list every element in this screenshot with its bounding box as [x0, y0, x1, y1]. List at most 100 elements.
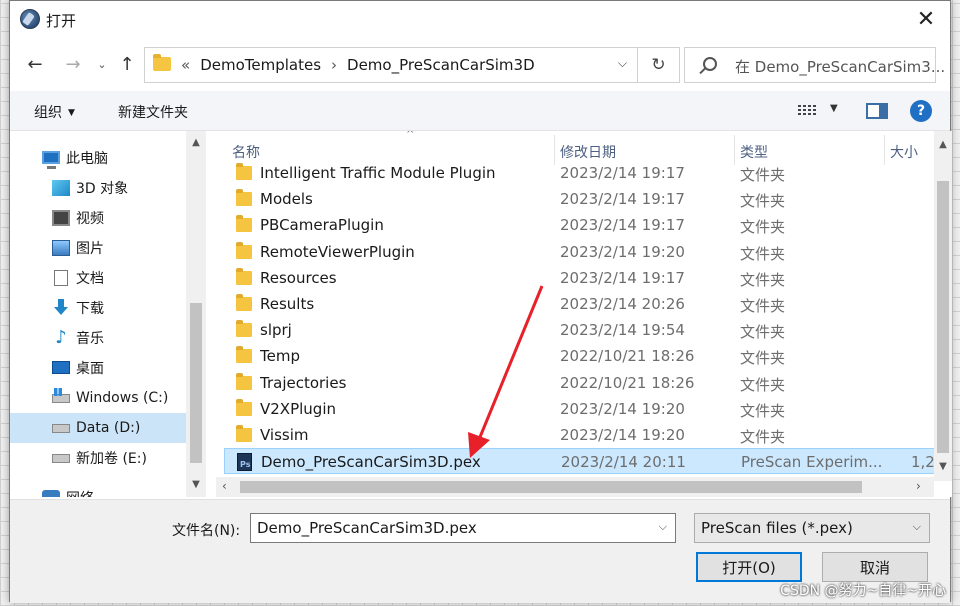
folder-icon	[236, 215, 252, 233]
file-date: 2023/2/14 20:11	[561, 453, 686, 472]
sidebar-item-label: 网络	[66, 488, 94, 497]
filename-field[interactable]: Demo_PreScanCarSim3D.pex ⌵	[250, 513, 676, 543]
sidebar-item-3d-objects[interactable]: 3D 对象	[10, 173, 186, 203]
file-row[interactable]: slprj 2023/2/14 19:54 文件夹	[224, 317, 938, 343]
watermark: CSDN @努力~自律~开心	[780, 583, 946, 599]
recent-locations-button[interactable]: ⌄	[94, 51, 110, 77]
sidebar-scrollbar[interactable]: ▲ ▼	[186, 131, 206, 497]
caret-down-icon[interactable]: ▼	[830, 103, 838, 114]
file-name: Models	[260, 190, 313, 209]
file-row[interactable]: RemoteViewerPlugin 2023/2/14 19:20 文件夹	[224, 239, 938, 265]
file-row[interactable]: Resources 2023/2/14 19:17 文件夹	[224, 265, 938, 291]
sidebar-item-label: 3D 对象	[76, 181, 129, 197]
sidebar-item-label: 音乐	[76, 331, 104, 347]
search-icon	[703, 57, 717, 71]
breadcrumb-item[interactable]: DemoTemplates	[200, 56, 321, 74]
download-icon	[53, 299, 69, 315]
file-row[interactable]: Trajectories 2022/10/21 18:26 文件夹	[224, 370, 938, 396]
organize-label: 组织	[34, 105, 62, 121]
breadcrumb-item[interactable]: Demo_PreScanCarSim3D	[347, 56, 535, 74]
scroll-right-icon[interactable]: ›	[916, 479, 921, 493]
file-row[interactable]: Results 2023/2/14 20:26 文件夹	[224, 291, 938, 317]
scrollbar-thumb[interactable]	[190, 303, 202, 463]
sidebar-item-documents[interactable]: 文档	[10, 263, 186, 293]
sidebar-item-label: 下载	[76, 301, 104, 317]
file-type: 文件夹	[740, 218, 786, 237]
file-row[interactable]: Ps Demo_PreScanCarSim3D.pex 2023/2/14 20:1…	[224, 448, 938, 475]
open-file-dialog: 打开 ✕ ← → ⌄ ↑ « DemoTemplates › Demo_PreS…	[9, 0, 952, 603]
scroll-down-icon[interactable]: ▼	[934, 461, 952, 472]
arrow-left-icon: ←	[27, 53, 43, 75]
file-date: 2023/2/14 19:20	[560, 242, 685, 261]
file-list-horizontal-scrollbar[interactable]: ‹ ›	[216, 477, 934, 497]
address-bar[interactable]: « DemoTemplates › Demo_PreScanCarSim3D ⌵…	[144, 47, 680, 83]
sidebar-item-new-volume-e[interactable]: 新加卷 (E:)	[10, 443, 186, 473]
file-row[interactable]: Models 2023/2/14 19:17 文件夹	[224, 186, 938, 212]
file-name: Vissim	[260, 426, 309, 444]
address-dropdown-button[interactable]: ⌵	[618, 56, 627, 71]
drive-icon	[52, 424, 70, 433]
file-row[interactable]: Intelligent Traffic Module Plugin 2023/2/…	[224, 160, 938, 186]
file-name: PBCameraPlugin	[260, 216, 384, 235]
open-button[interactable]: 打开(O)	[696, 552, 802, 582]
sidebar-item-label: 图片	[76, 241, 104, 257]
file-row[interactable]: V2XPlugin 2023/2/14 19:20 文件夹	[224, 396, 938, 422]
breadcrumb-overflow[interactable]: «	[181, 56, 190, 74]
scroll-down-icon[interactable]: ▼	[186, 479, 206, 490]
scrollbar-thumb[interactable]	[937, 181, 949, 453]
folder-icon	[236, 241, 252, 259]
chevron-down-icon: ⌵	[617, 56, 627, 70]
refresh-button[interactable]: ↻	[637, 48, 679, 82]
breadcrumb: « DemoTemplates › Demo_PreScanCarSim3D	[181, 56, 535, 74]
close-button[interactable]: ✕	[904, 1, 948, 37]
file-type: 文件夹	[740, 375, 786, 394]
chevron-down-icon[interactable]: ⌵	[659, 520, 667, 534]
file-type-select[interactable]: PreScan files (*.pex) ⌵	[694, 513, 930, 543]
sidebar-item-downloads[interactable]: 下载	[10, 293, 186, 323]
scroll-up-icon[interactable]: ▲	[186, 137, 206, 148]
file-row[interactable]: Temp 2022/10/21 18:26 文件夹	[224, 343, 938, 369]
file-list-vertical-scrollbar[interactable]: ▲ ▼	[934, 131, 952, 481]
organize-button[interactable]: 组织 ▼	[34, 102, 75, 122]
folder-icon	[236, 294, 252, 311]
sort-ascending-icon: ^	[406, 131, 415, 140]
sidebar-item-network[interactable]: 网络	[10, 483, 186, 497]
chevron-right-icon[interactable]: ›	[331, 56, 337, 74]
preview-pane-icon[interactable]	[866, 103, 888, 119]
title-bar: 打开 ✕	[10, 1, 950, 39]
forward-button[interactable]: →	[60, 51, 86, 77]
arrow-up-icon: ↑	[119, 53, 135, 75]
file-type-value: PreScan files (*.pex)	[701, 519, 853, 537]
sidebar-item-music[interactable]: ♪ 音乐	[10, 323, 186, 353]
help-icon[interactable]: ?	[910, 100, 932, 122]
view-options-icon[interactable]	[798, 103, 816, 119]
video-icon	[52, 210, 70, 226]
sidebar-item-videos[interactable]: 视频	[10, 203, 186, 233]
file-type: 文件夹	[740, 270, 786, 289]
sidebar-item-this-pc[interactable]: 此电脑	[10, 143, 186, 173]
folder-icon	[236, 346, 252, 364]
folder-icon	[236, 425, 252, 442]
window-title: 打开	[46, 12, 77, 30]
new-folder-button[interactable]: 新建文件夹	[118, 102, 188, 122]
search-input[interactable]: 在 Demo_PreScanCarSim3...	[684, 47, 945, 83]
sidebar-item-pictures[interactable]: 图片	[10, 233, 186, 263]
file-row[interactable]: Vissim 2023/2/14 19:20 文件夹	[224, 422, 938, 448]
chevron-down-icon: ⌄	[97, 57, 107, 71]
desktop-icon	[52, 361, 70, 374]
scroll-up-icon[interactable]: ▲	[934, 139, 952, 150]
caret-down-icon: ▼	[68, 108, 75, 118]
sidebar-item-desktop[interactable]: 桌面	[10, 353, 186, 383]
close-icon: ✕	[916, 6, 936, 32]
cancel-button[interactable]: 取消	[822, 552, 928, 582]
file-row[interactable]: PBCameraPlugin 2023/2/14 19:17 文件夹	[224, 212, 938, 238]
sidebar-item-windows-c[interactable]: Windows (C:)	[10, 383, 186, 413]
search-placeholder: 在 Demo_PreScanCarSim3...	[735, 58, 946, 76]
scrollbar-thumb[interactable]	[240, 481, 862, 493]
up-button[interactable]: ↑	[114, 51, 140, 77]
sidebar-item-data-d[interactable]: Data (D:)	[10, 413, 186, 443]
folder-icon	[153, 54, 171, 71]
back-button[interactable]: ←	[22, 51, 48, 77]
filename-label: 文件名(N):	[172, 523, 241, 539]
scroll-left-icon[interactable]: ‹	[222, 479, 227, 493]
